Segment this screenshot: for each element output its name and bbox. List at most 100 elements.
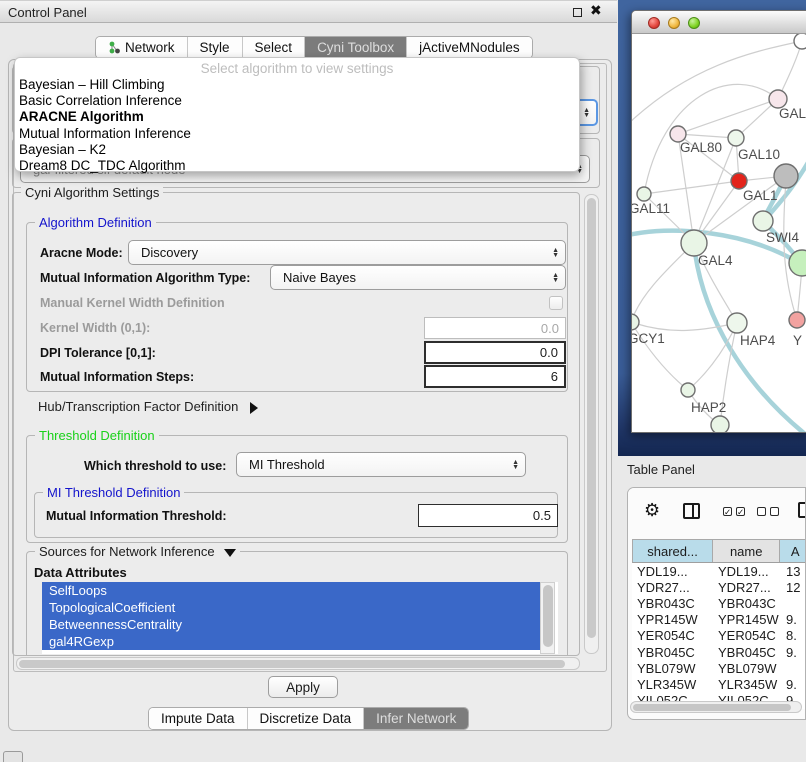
- zoom-traffic-light[interactable]: [688, 17, 700, 29]
- node-Y[interactable]: [789, 312, 805, 328]
- attribute-item[interactable]: BetweennessCentrality: [42, 616, 540, 633]
- node-label: GCY1: [632, 331, 665, 346]
- node-label: GAL11: [632, 201, 670, 216]
- tab-discretize-data[interactable]: Discretize Data: [248, 708, 365, 729]
- table-row[interactable]: YLR345WYLR345W9.: [632, 676, 806, 692]
- hub-definition-expander[interactable]: Hub/Transcription Factor Definition: [38, 399, 258, 414]
- minimize-traffic-light[interactable]: [668, 17, 680, 29]
- mi-type-combo[interactable]: Naive Bayes ▲▼: [270, 265, 566, 290]
- node-GAL11[interactable]: [637, 187, 651, 201]
- settings-vertical-scrollbar[interactable]: [584, 194, 599, 654]
- columns-icon[interactable]: [683, 503, 700, 519]
- sources-title[interactable]: Sources for Network Inference: [35, 544, 240, 559]
- dpi-tolerance-label: DPI Tolerance [0,1]:: [40, 346, 156, 360]
- table-cell: [781, 595, 806, 611]
- table-horizontal-thumb[interactable]: [633, 704, 791, 711]
- thin-edge[interactable]: [632, 243, 694, 322]
- table-cell: YLR345W: [713, 676, 781, 692]
- thin-edge[interactable]: [632, 41, 802, 126]
- algorithm-dropdown-prompt: Select algorithm to view settings: [15, 61, 579, 76]
- algorithm-option[interactable]: ARACNE Algorithm: [19, 109, 144, 124]
- algorithm-option[interactable]: Mutual Information Inference: [19, 126, 191, 141]
- tab-style[interactable]: Style: [188, 37, 243, 58]
- mi-type-label: Mutual Information Algorithm Type:: [40, 271, 250, 285]
- table-row[interactable]: YER054CYER054C8.: [632, 628, 806, 644]
- tab-jactivemnodules[interactable]: jActiveMNodules: [407, 37, 532, 58]
- thin-edge[interactable]: [678, 99, 778, 134]
- tab-label: Impute Data: [161, 711, 235, 726]
- mi-type-value: Naive Bayes: [283, 270, 356, 285]
- table-row[interactable]: YBL079WYBL079W: [632, 660, 806, 676]
- node-unlabeled[interactable]: [794, 34, 806, 49]
- algorithm-option[interactable]: Bayesian – Hill Climbing: [19, 77, 165, 92]
- column-header[interactable]: name: [713, 540, 780, 562]
- table-cell: 9.: [781, 612, 806, 628]
- table-row[interactable]: YPR145WYPR145W9.: [632, 612, 806, 628]
- dpi-tolerance-field[interactable]: 0.0: [424, 341, 566, 364]
- table-panel-title: Table Panel: [627, 462, 695, 477]
- corner-mini-button[interactable]: [3, 751, 23, 762]
- tab-cyni-toolbox[interactable]: Cyni Toolbox: [305, 37, 407, 58]
- float-window-icon[interactable]: [573, 8, 582, 17]
- cyni-toolbox-tabbar: Impute Data Discretize Data Infer Network: [148, 707, 469, 730]
- thin-edge[interactable]: [644, 181, 739, 194]
- network-view-window: GALGAL80GAL10GAL1GAL11SWI4GAL4GCY1HAP4YH…: [631, 10, 806, 433]
- table-cell: YDR27...: [713, 579, 781, 595]
- close-traffic-light[interactable]: [648, 17, 660, 29]
- which-threshold-combo[interactable]: MI Threshold ▲▼: [236, 452, 526, 477]
- node-GAL1[interactable]: [731, 173, 747, 189]
- node-SWI4[interactable]: [753, 211, 773, 231]
- tab-label: Discretize Data: [260, 711, 352, 726]
- table-header-row: shared...nameA: [632, 539, 806, 563]
- attribute-item[interactable]: SelfLoops: [42, 582, 540, 599]
- node-unlabeled[interactable]: [711, 416, 729, 433]
- attribute-item[interactable]: gal4RGexp: [42, 633, 540, 650]
- settings-vertical-thumb[interactable]: [587, 198, 596, 638]
- table-row[interactable]: YBR045CYBR045C9.: [632, 644, 806, 660]
- tab-select[interactable]: Select: [243, 37, 306, 58]
- settings-horizontal-scrollbar[interactable]: [16, 657, 580, 670]
- combo-arrows-icon: ▲▼: [552, 273, 559, 283]
- network-window-titlebar[interactable]: [632, 11, 806, 34]
- attributes-scrollbar[interactable]: [540, 582, 555, 654]
- attributes-scrollbar-thumb[interactable]: [543, 585, 553, 647]
- deselect-all-checkboxes-icon[interactable]: [757, 507, 779, 516]
- node-HAP4[interactable]: [727, 313, 747, 333]
- tab-infer-network[interactable]: Infer Network: [364, 708, 468, 729]
- column-header[interactable]: shared...: [633, 540, 713, 562]
- new-table-icon[interactable]: [798, 502, 806, 518]
- table-cell: YBL079W: [632, 660, 713, 676]
- gear-icon[interactable]: ⚙: [644, 500, 660, 521]
- mi-threshold-field[interactable]: 0.5: [418, 504, 558, 527]
- select-all-checkboxes-icon[interactable]: ✓✓: [723, 507, 745, 516]
- table-horizontal-scrollbar[interactable]: [630, 701, 802, 713]
- close-icon[interactable]: ✖: [590, 2, 602, 19]
- node-unlabeled[interactable]: [774, 164, 798, 188]
- table-row[interactable]: YBR043CYBR043C: [632, 595, 806, 611]
- node-GCY1[interactable]: [632, 314, 639, 330]
- node-HAP2[interactable]: [681, 383, 695, 397]
- apply-button[interactable]: Apply: [268, 676, 338, 698]
- manual-kernel-checkbox[interactable]: [549, 296, 563, 310]
- algorithm-option[interactable]: Bayesian – K2: [19, 142, 106, 157]
- table-row[interactable]: YDL19...YDL19...13: [632, 563, 806, 579]
- node-GAL10[interactable]: [728, 130, 744, 146]
- mi-steps-field[interactable]: 6: [424, 365, 566, 388]
- data-attributes-list[interactable]: SelfLoopsTopologicalCoefficientBetweenne…: [42, 582, 558, 654]
- network-canvas[interactable]: GALGAL80GAL10GAL1GAL11SWI4GAL4GCY1HAP4YH…: [632, 34, 806, 433]
- tab-impute-data[interactable]: Impute Data: [149, 708, 248, 729]
- which-threshold-label: Which threshold to use:: [84, 459, 226, 473]
- attribute-item[interactable]: TopologicalCoefficient: [42, 599, 540, 616]
- screen: Control Panel ✖ NetworkStyleSelectCyni T…: [0, 0, 806, 762]
- algorithm-option[interactable]: Basic Correlation Inference: [19, 93, 182, 108]
- kernel-width-field[interactable]: 0.0: [424, 317, 566, 339]
- table-row[interactable]: YDR27...YDR27...12: [632, 579, 806, 595]
- table-cell: YDL19...: [632, 563, 713, 579]
- column-header[interactable]: A: [780, 540, 806, 562]
- algorithm-option[interactable]: Dream8 DC_TDC Algorithm: [19, 158, 186, 173]
- thin-edge[interactable]: [678, 134, 736, 138]
- settings-horizontal-thumb[interactable]: [19, 660, 565, 668]
- expand-right-icon: [250, 402, 258, 414]
- tab-network[interactable]: Network: [96, 37, 188, 58]
- aracne-mode-combo[interactable]: Discovery ▲▼: [128, 240, 566, 265]
